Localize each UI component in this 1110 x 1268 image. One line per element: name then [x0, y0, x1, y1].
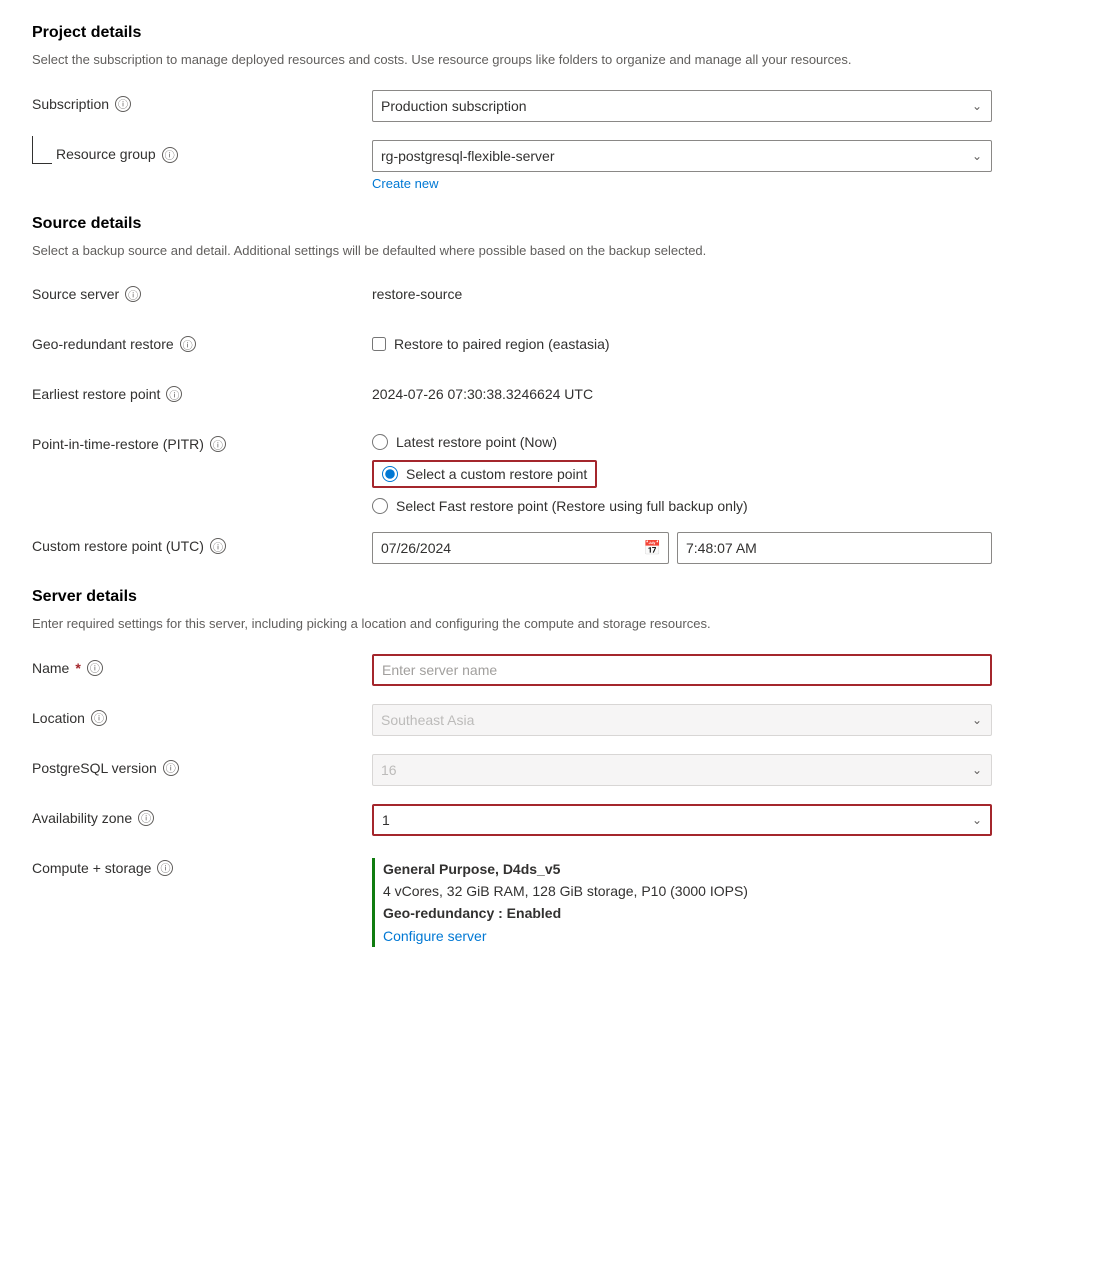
project-details-title: Project details: [32, 24, 1078, 42]
location-dropdown-wrapper: Southeast Asia ⌄: [372, 704, 992, 736]
resource-group-control: rg-postgresql-flexible-server ⌄ Create n…: [372, 140, 992, 191]
resource-group-row: Resource group ⓘ rg-postgresql-flexible-…: [32, 140, 1078, 191]
subscription-dropdown-wrapper: Production subscription ⌄: [372, 90, 992, 122]
configure-server-link[interactable]: Configure server: [383, 928, 487, 944]
server-name-row: Name * ⓘ: [32, 654, 1078, 686]
server-name-input[interactable]: [372, 654, 992, 686]
subscription-select[interactable]: Production subscription: [372, 90, 992, 122]
compute-storage-label: Compute + storage ⓘ: [32, 854, 372, 876]
date-input-wrapper: 📅: [372, 532, 669, 564]
create-new-link[interactable]: Create new: [372, 176, 992, 191]
custom-restore-row: Custom restore point (UTC) ⓘ 📅: [32, 532, 1078, 564]
date-time-row: 📅: [372, 532, 992, 564]
pitr-latest-radio[interactable]: [372, 434, 388, 450]
pitr-control: Latest restore point (Now) Select a cust…: [372, 430, 992, 514]
location-row: Location ⓘ Southeast Asia ⌄: [32, 704, 1078, 736]
date-input[interactable]: [372, 532, 669, 564]
custom-restore-info-icon[interactable]: ⓘ: [210, 538, 226, 554]
subscription-row: Subscription ⓘ Production subscription ⌄: [32, 90, 1078, 122]
postgres-version-control: 16 ⌄: [372, 754, 992, 786]
subscription-label: Subscription ⓘ: [32, 90, 372, 112]
resource-group-info-icon[interactable]: ⓘ: [162, 147, 178, 163]
server-details-title: Server details: [32, 588, 1078, 606]
server-details-desc: Enter required settings for this server,…: [32, 614, 1078, 634]
subscription-info-icon[interactable]: ⓘ: [115, 96, 131, 112]
pitr-latest-item[interactable]: Latest restore point (Now): [372, 434, 992, 450]
project-details-desc: Select the subscription to manage deploy…: [32, 50, 1078, 70]
name-info-icon[interactable]: ⓘ: [87, 660, 103, 676]
source-server-value: restore-source: [372, 280, 992, 302]
source-server-label: Source server ⓘ: [32, 280, 372, 302]
earliest-restore-row: Earliest restore point ⓘ 2024-07-26 07:3…: [32, 380, 1078, 412]
pitr-custom-selected-box: Select a custom restore point: [372, 460, 597, 488]
postgres-version-dropdown-wrapper: 16 ⌄: [372, 754, 992, 786]
geo-redundant-checkbox[interactable]: [372, 337, 386, 351]
postgres-version-label: PostgreSQL version ⓘ: [32, 754, 372, 776]
postgres-version-info-icon[interactable]: ⓘ: [163, 760, 179, 776]
availability-zone-label: Availability zone ⓘ: [32, 804, 372, 826]
compute-storage-value: General Purpose, D4ds_v5 4 vCores, 32 Gi…: [372, 854, 992, 948]
geo-redundant-label: Geo-redundant restore ⓘ: [32, 330, 372, 352]
pitr-fast-label: Select Fast restore point (Restore using…: [396, 498, 748, 514]
pitr-custom-radio[interactable]: [382, 466, 398, 482]
compute-storage-info-icon[interactable]: ⓘ: [157, 860, 173, 876]
source-details-section: Source details Select a backup source an…: [32, 215, 1078, 565]
resource-group-dropdown-wrapper: rg-postgresql-flexible-server ⌄: [372, 140, 992, 172]
server-details-section: Server details Enter required settings f…: [32, 588, 1078, 947]
source-server-info-icon[interactable]: ⓘ: [125, 286, 141, 302]
source-details-title: Source details: [32, 215, 1078, 233]
name-required-star: *: [75, 660, 80, 676]
resource-group-label: Resource group ⓘ: [32, 140, 372, 164]
project-details-section: Project details Select the subscription …: [32, 24, 1078, 191]
availability-zone-control: 1 ⌄: [372, 804, 992, 836]
location-select: Southeast Asia: [372, 704, 992, 736]
location-info-icon[interactable]: ⓘ: [91, 710, 107, 726]
server-name-label: Name * ⓘ: [32, 654, 372, 676]
geo-redundant-checkbox-wrapper: Restore to paired region (eastasia): [372, 330, 992, 352]
compute-storage-row: Compute + storage ⓘ General Purpose, D4d…: [32, 854, 1078, 948]
geo-redundant-info-icon[interactable]: ⓘ: [180, 336, 196, 352]
availability-zone-select[interactable]: 1: [372, 804, 992, 836]
server-name-control: [372, 654, 992, 686]
pitr-row: Point-in-time-restore (PITR) ⓘ Latest re…: [32, 430, 1078, 514]
earliest-restore-value: 2024-07-26 07:30:38.3246624 UTC: [372, 380, 992, 402]
compute-storage-line3: Geo-redundancy : Enabled: [383, 902, 992, 924]
pitr-custom-label: Select a custom restore point: [406, 466, 587, 482]
pitr-info-icon[interactable]: ⓘ: [210, 436, 226, 452]
pitr-custom-item[interactable]: Select a custom restore point: [372, 460, 992, 488]
availability-zone-row: Availability zone ⓘ 1 ⌄: [32, 804, 1078, 836]
location-label: Location ⓘ: [32, 704, 372, 726]
pitr-latest-label: Latest restore point (Now): [396, 434, 557, 450]
source-server-row: Source server ⓘ restore-source: [32, 280, 1078, 312]
source-details-desc: Select a backup source and detail. Addit…: [32, 241, 1078, 261]
availability-zone-dropdown-wrapper: 1 ⌄: [372, 804, 992, 836]
time-input[interactable]: [677, 532, 992, 564]
postgres-version-select: 16: [372, 754, 992, 786]
location-control: Southeast Asia ⌄: [372, 704, 992, 736]
earliest-restore-label: Earliest restore point ⓘ: [32, 380, 372, 402]
compute-storage-line2: 4 vCores, 32 GiB RAM, 128 GiB storage, P…: [383, 880, 992, 902]
compute-storage-control: General Purpose, D4ds_v5 4 vCores, 32 Gi…: [372, 854, 992, 948]
pitr-fast-radio[interactable]: [372, 498, 388, 514]
pitr-fast-item[interactable]: Select Fast restore point (Restore using…: [372, 498, 992, 514]
availability-zone-info-icon[interactable]: ⓘ: [138, 810, 154, 826]
pitr-label: Point-in-time-restore (PITR) ⓘ: [32, 430, 372, 452]
resource-group-select[interactable]: rg-postgresql-flexible-server: [372, 140, 992, 172]
custom-restore-label: Custom restore point (UTC) ⓘ: [32, 532, 372, 554]
compute-storage-line1: General Purpose, D4ds_v5: [383, 858, 992, 880]
subscription-control: Production subscription ⌄: [372, 90, 992, 122]
pitr-radio-group: Latest restore point (Now) Select a cust…: [372, 430, 992, 514]
geo-redundant-control: Restore to paired region (eastasia): [372, 330, 992, 352]
geo-redundant-row: Geo-redundant restore ⓘ Restore to paire…: [32, 330, 1078, 362]
custom-restore-control: 📅: [372, 532, 992, 564]
postgres-version-row: PostgreSQL version ⓘ 16 ⌄: [32, 754, 1078, 786]
earliest-restore-info-icon[interactable]: ⓘ: [166, 386, 182, 402]
